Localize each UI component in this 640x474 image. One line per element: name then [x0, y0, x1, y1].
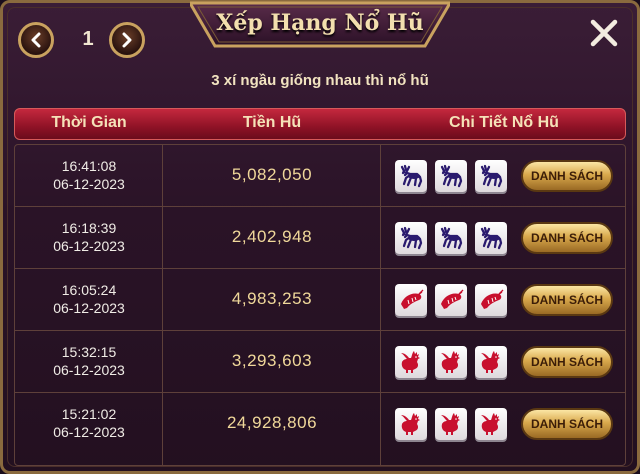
row-amount: 4,983,253 [231, 289, 313, 308]
dice-shrimp-icon [475, 284, 507, 316]
row-amount: 2,402,948 [231, 227, 313, 246]
page-title: Xếp Hạng Nổ Hũ [216, 10, 424, 36]
row-date: 06-12-2023 [53, 238, 125, 254]
danh-sach-button[interactable]: DANH SÁCH [521, 284, 613, 316]
row-time: 16:05:24 [61, 282, 117, 298]
row-date: 06-12-2023 [53, 424, 125, 440]
dice-deer-icon [395, 160, 427, 192]
dice-deer-icon [475, 160, 507, 192]
dice-shrimp-icon [395, 284, 427, 316]
table-row: 16:05:24 06-12-2023 4,983,253 DANH SÁCH [15, 269, 625, 330]
column-header-amount: Tiền Hũ [242, 114, 302, 131]
close-icon [590, 19, 618, 47]
dice-rooster-icon [475, 346, 507, 378]
row-amount: 3,293,603 [231, 351, 313, 370]
danh-sach-button[interactable]: DANH SÁCH [521, 160, 613, 192]
subtitle: 3 xí ngầu giống nhau thì nổ hũ [211, 72, 429, 89]
page-number: 1 [82, 28, 94, 50]
title-tab: Xếp Hạng Nổ Hũ [190, 0, 450, 50]
dice-shrimp-icon [435, 284, 467, 316]
chevron-right-icon [122, 32, 132, 48]
row-amount: 24,928,806 [226, 413, 318, 432]
row-amount: 5,082,050 [231, 165, 313, 184]
next-page-button[interactable] [109, 22, 145, 58]
row-time: 15:21:02 [61, 406, 117, 422]
danh-sach-button[interactable]: DANH SÁCH [521, 222, 613, 254]
table-row: 16:18:39 06-12-2023 2,402,948 DANH SÁCH [15, 207, 625, 268]
row-date: 06-12-2023 [53, 362, 125, 378]
dice-deer-icon [435, 160, 467, 192]
row-date: 06-12-2023 [53, 300, 125, 316]
dice-rooster-icon [395, 346, 427, 378]
column-header-time: Thời Gian [51, 114, 127, 131]
table-row: 16:41:08 06-12-2023 5,082,050 DANH SÁCH [15, 145, 625, 206]
row-time: 15:32:15 [61, 344, 117, 360]
dice-rooster-icon [435, 346, 467, 378]
dice-deer-icon [395, 222, 427, 254]
table-row: 15:21:02 06-12-2023 24,928,806 DANH SÁCH [15, 393, 625, 454]
dice-rooster-icon [435, 408, 467, 440]
prev-page-button[interactable] [18, 22, 54, 58]
pager: 1 [18, 22, 158, 62]
row-time: 16:41:08 [61, 158, 117, 174]
row-time: 16:18:39 [61, 220, 117, 236]
column-header-detail: Chi Tiết Nổ Hũ [449, 114, 559, 131]
dice-deer-icon [475, 222, 507, 254]
danh-sach-button[interactable]: DANH SÁCH [521, 408, 613, 440]
row-date: 06-12-2023 [53, 176, 125, 192]
dice-deer-icon [435, 222, 467, 254]
dice-rooster-icon [475, 408, 507, 440]
dice-rooster-icon [395, 408, 427, 440]
chevron-left-icon [31, 32, 41, 48]
close-button[interactable] [581, 12, 627, 54]
table-row: 15:32:15 06-12-2023 3,293,603 DANH SÁCH [15, 331, 625, 392]
table-header: Thời Gian Tiền Hũ Chi Tiết Nổ Hũ [14, 108, 626, 140]
danh-sach-button[interactable]: DANH SÁCH [521, 346, 613, 378]
